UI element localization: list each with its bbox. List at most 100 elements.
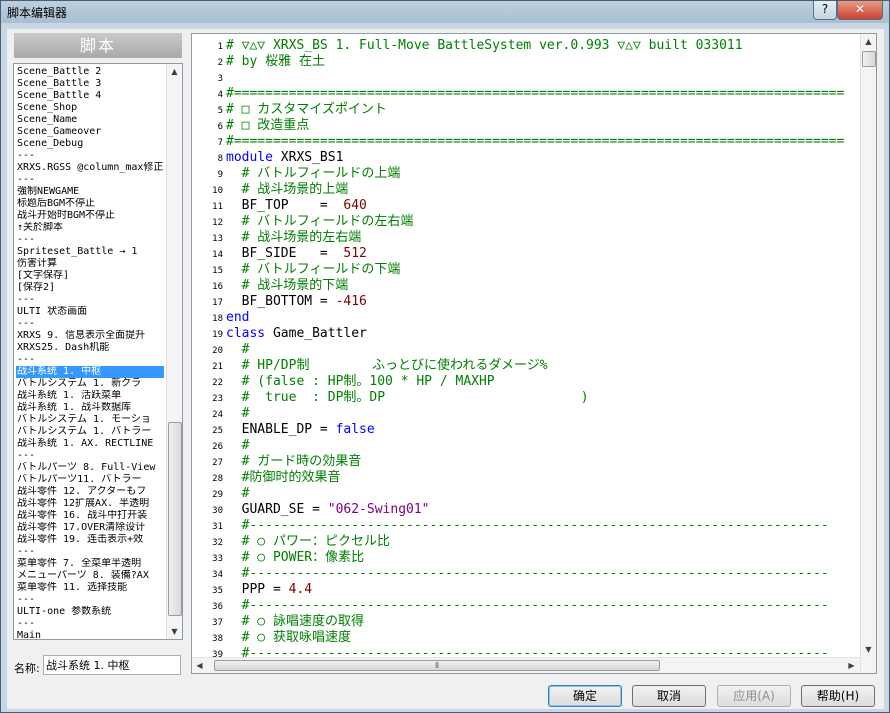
script-list-item[interactable]: 战斗系统 1. 中枢 bbox=[16, 366, 164, 378]
script-list-item[interactable]: --- bbox=[16, 546, 164, 558]
line-number: 37 bbox=[212, 618, 223, 628]
ok-button[interactable]: 确定 bbox=[548, 685, 622, 707]
code-editor-vscrollbar[interactable]: ▲ ▼ bbox=[860, 34, 876, 673]
script-list-item[interactable]: メニューパーツ 8. 装備?AX bbox=[16, 570, 164, 582]
script-list-item[interactable]: [文字保存] bbox=[16, 270, 164, 282]
script-list-item[interactable]: Main bbox=[16, 630, 164, 639]
line-text: BF_SIDE = 512 bbox=[226, 246, 367, 261]
script-list-item[interactable]: Scene_Battle 3 bbox=[16, 78, 164, 90]
line-text: module XRXS_BS1 bbox=[226, 150, 343, 165]
line-text: # ガード時の効果音 bbox=[226, 454, 362, 469]
script-list-item[interactable]: Scene_Battle 4 bbox=[16, 90, 164, 102]
editor-scroll-right-icon[interactable]: ▶ bbox=[844, 658, 859, 673]
script-list-item[interactable]: 菜单零件 7. 全菜单半透明 bbox=[16, 558, 164, 570]
code-line: 28 #防御时的效果音 bbox=[192, 470, 860, 486]
cancel-button[interactable]: 取消 bbox=[632, 685, 706, 707]
code-token-text: ENABLE_DP = bbox=[226, 422, 336, 437]
scroll-up-arrow-icon[interactable]: ▲ bbox=[167, 64, 182, 79]
script-list-scrollbar[interactable]: ▲ ▼ bbox=[166, 64, 182, 639]
close-button[interactable]: ✕ bbox=[837, 1, 883, 20]
script-list-item[interactable]: XRXS25. Dash机能 bbox=[16, 342, 164, 354]
script-list-item[interactable]: Scene_Gameover bbox=[16, 126, 164, 138]
line-number: 30 bbox=[212, 506, 223, 516]
script-list-item[interactable]: 強制NEWGAME bbox=[16, 186, 164, 198]
code-line: 3 bbox=[192, 70, 860, 86]
script-list-items: Scene_Battle 2 Scene_Battle 3 Scene_Battle… bbox=[16, 66, 164, 639]
apply-button[interactable]: 应用(A) bbox=[717, 685, 791, 707]
script-list-item[interactable]: Scene_Shop bbox=[16, 102, 164, 114]
title-bar[interactable]: 脚本编辑器 ? ✕ bbox=[1, 1, 889, 23]
script-list-item[interactable]: 战斗零件 17.OVER清除设计 bbox=[16, 522, 164, 534]
code-token-comment: # true : DP制。DP ) bbox=[226, 390, 589, 405]
script-list-item[interactable]: XRXS 9. 信息表示全面提升 bbox=[16, 330, 164, 342]
script-list-item[interactable]: --- bbox=[16, 594, 164, 606]
code-line: 27 # ガード時の効果音 bbox=[192, 454, 860, 470]
code-line: 5 # □ カスタマイズポイント bbox=[192, 102, 860, 118]
line-number: 31 bbox=[212, 522, 223, 532]
script-list-item[interactable]: --- bbox=[16, 354, 164, 366]
line-text: # 战斗场景的上端 bbox=[226, 182, 349, 197]
script-list-item[interactable]: ULTI-one 参数系统 bbox=[16, 606, 164, 618]
line-text: # (false : HP制。100 * HP / MAXHP bbox=[226, 374, 495, 389]
code-token-comment: # bbox=[226, 342, 250, 357]
script-list-item[interactable]: ULTI 状态画面 bbox=[16, 306, 164, 318]
code-token-number: 640 bbox=[343, 198, 367, 213]
script-list-item[interactable]: XRXS.RGSS @column_max修正 bbox=[16, 162, 164, 174]
line-number: 33 bbox=[212, 554, 223, 564]
line-text: # 战斗场景的下端 bbox=[226, 278, 349, 293]
script-list-item[interactable]: 战斗系统 1. 活跃菜单 bbox=[16, 390, 164, 402]
script-list-item[interactable]: --- bbox=[16, 450, 164, 462]
script-list-item[interactable]: 战斗零件 16. 战斗中打开装 bbox=[16, 510, 164, 522]
help-title-button[interactable]: ? bbox=[813, 1, 837, 20]
script-list-item[interactable]: バトルパーツ11. バトラー bbox=[16, 474, 164, 486]
script-list[interactable]: Scene_Battle 2 Scene_Battle 3 Scene_Battle… bbox=[13, 63, 183, 640]
script-list-item[interactable]: 战斗开始时BGM不停止 bbox=[16, 210, 164, 222]
script-list-item[interactable]: --- bbox=[16, 174, 164, 186]
editor-hscroll-thumb[interactable]: ⦀ bbox=[214, 660, 660, 671]
script-list-item[interactable]: Scene_Battle 2 bbox=[16, 66, 164, 78]
code-line: 37 # ○ 詠唱速度の取得 bbox=[192, 614, 860, 630]
script-list-item[interactable]: 伤害计算 bbox=[16, 258, 164, 270]
script-list-item[interactable]: --- bbox=[16, 150, 164, 162]
help-button[interactable]: 帮助(H) bbox=[801, 685, 875, 707]
code-token-comment: #防御时的效果音 bbox=[226, 470, 341, 485]
script-list-item[interactable]: バトルパーツ 8. Full-View bbox=[16, 462, 164, 474]
script-list-item[interactable]: --- bbox=[16, 294, 164, 306]
script-list-item[interactable]: 战斗零件 12扩展AX. 半透明 bbox=[16, 498, 164, 510]
script-list-item[interactable]: ↑关於脚本 bbox=[16, 222, 164, 234]
code-editor[interactable]: 1 # ▽△▽ XRXS_BS 1. Full-Move BattleSystem… bbox=[191, 33, 877, 674]
script-list-item[interactable]: 标题后BGM不停止 bbox=[16, 198, 164, 210]
script-list-item[interactable]: 战斗系统 1. AX. RECTLINE bbox=[16, 438, 164, 450]
script-name-input[interactable]: 战斗系统 1. 中枢 bbox=[43, 655, 181, 675]
code-token-comment: # ○ 詠唱速度の取得 bbox=[226, 614, 364, 629]
line-number: 27 bbox=[212, 458, 223, 468]
script-list-item[interactable]: バトルシステム 1. モーショ bbox=[16, 414, 164, 426]
script-list-item[interactable]: --- bbox=[16, 618, 164, 630]
line-number: 18 bbox=[212, 314, 223, 324]
code-token-keyword: false bbox=[335, 422, 375, 437]
script-list-item[interactable]: 战斗系统 1. 战斗数据库 bbox=[16, 402, 164, 414]
line-number: 10 bbox=[212, 186, 223, 196]
scroll-down-arrow-icon[interactable]: ▼ bbox=[167, 624, 182, 639]
line-number: 15 bbox=[212, 266, 223, 276]
script-list-item[interactable]: バトルシステム 1. 新クラ bbox=[16, 378, 164, 390]
code-token-text: BF_TOP = bbox=[226, 198, 344, 213]
script-list-scroll-thumb[interactable] bbox=[168, 422, 182, 616]
script-list-item[interactable]: 战斗零件 19. 连击表示+效 bbox=[16, 534, 164, 546]
editor-scroll-up-icon[interactable]: ▲ bbox=[861, 34, 876, 49]
code-line: 11 BF_TOP = 640 bbox=[192, 198, 860, 214]
script-list-item[interactable]: [保存2] bbox=[16, 282, 164, 294]
script-list-item[interactable]: バトルシステム 1. バトラー bbox=[16, 426, 164, 438]
script-list-item[interactable]: Scene_Debug bbox=[16, 138, 164, 150]
script-list-item[interactable]: 菜单零件 11. 选择技能 bbox=[16, 582, 164, 594]
script-list-item[interactable]: Spriteset_Battle → 1 bbox=[16, 246, 164, 258]
editor-scroll-left-icon[interactable]: ◀ bbox=[192, 658, 207, 673]
editor-scroll-thumb[interactable] bbox=[862, 51, 876, 67]
script-list-item[interactable]: 战斗零件 12. アクターもフ bbox=[16, 486, 164, 498]
editor-scroll-down-icon[interactable]: ▼ bbox=[861, 642, 876, 657]
code-editor-hscrollbar[interactable]: ◀ ⦀ ▶ bbox=[192, 657, 860, 673]
script-list-item[interactable]: --- bbox=[16, 318, 164, 330]
script-list-item[interactable]: --- bbox=[16, 234, 164, 246]
script-list-item[interactable]: Scene_Name bbox=[16, 114, 164, 126]
code-line: 33 # ○ POWER：像素比 bbox=[192, 550, 860, 566]
